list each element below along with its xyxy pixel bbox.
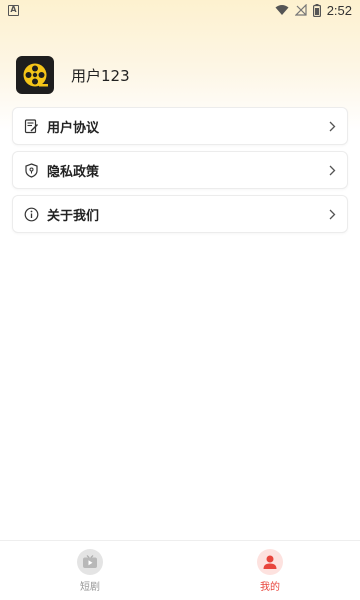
bottom-tab-bar: 短剧 我的 <box>0 540 360 600</box>
menu-item-user-agreement[interactable]: 用户协议 <box>12 107 348 145</box>
document-edit-icon <box>23 118 39 134</box>
menu-item-label: 隐私政策 <box>47 164 100 180</box>
notification-a-icon: A <box>8 4 19 16</box>
profile-header[interactable]: 用户123 <box>16 56 130 94</box>
play-tv-icon <box>77 549 103 575</box>
chevron-right-icon <box>327 207 337 221</box>
shield-icon <box>23 162 39 178</box>
avatar[interactable] <box>16 56 54 94</box>
menu-item-privacy-policy[interactable]: 隐私政策 <box>12 151 348 189</box>
tab-drama[interactable]: 短剧 <box>0 541 180 600</box>
status-time: 2:52 <box>326 2 352 18</box>
no-signal-icon <box>294 4 307 16</box>
info-icon <box>23 206 39 222</box>
battery-icon <box>312 3 321 17</box>
tab-label: 短剧 <box>80 582 100 593</box>
status-bar: A 2:52 <box>0 0 360 20</box>
menu-item-label: 关于我们 <box>47 208 100 224</box>
tab-label: 我的 <box>260 582 280 593</box>
tab-mine[interactable]: 我的 <box>180 541 360 600</box>
menu-item-label: 用户协议 <box>47 120 100 136</box>
person-icon <box>257 549 283 575</box>
chevron-right-icon <box>327 119 337 133</box>
film-reel-icon <box>23 63 48 87</box>
username: 用户123 <box>71 66 130 85</box>
status-right: 2:52 <box>275 3 352 18</box>
chevron-right-icon <box>327 163 337 177</box>
status-left: A <box>8 4 19 16</box>
menu-item-about-us[interactable]: 关于我们 <box>12 195 348 233</box>
wifi-icon <box>275 5 289 15</box>
